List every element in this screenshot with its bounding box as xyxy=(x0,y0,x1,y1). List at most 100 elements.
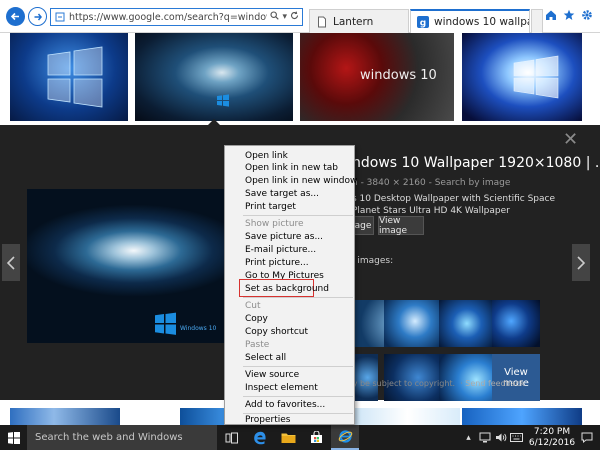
menu-item-save-target[interactable]: Save target as... xyxy=(245,189,319,200)
menu-item-print-picture[interactable]: Print picture... xyxy=(245,258,309,269)
thumbnail-partial[interactable] xyxy=(180,408,225,425)
search-placeholder: Search the web and Windows xyxy=(35,432,183,443)
related-image[interactable] xyxy=(492,300,540,347)
menu-item-select-all[interactable]: Select all xyxy=(245,353,286,364)
clock-date: 6/12/2016 xyxy=(528,438,576,448)
related-image[interactable] xyxy=(352,354,378,401)
menu-item-open-link[interactable]: Open link xyxy=(245,151,288,162)
menu-item-open-link-new-window[interactable]: Open link in new window xyxy=(245,176,357,187)
windows-logo-icon xyxy=(47,46,103,108)
notifications-icon[interactable] xyxy=(580,431,593,444)
menu-item-properties[interactable]: Properties xyxy=(245,415,290,426)
system-clock[interactable]: 7:20 PM 6/12/2016 xyxy=(528,427,576,449)
arrow-right-icon xyxy=(34,13,42,20)
preview-image[interactable]: Windows 10 xyxy=(27,189,232,343)
dropdown-icon[interactable]: ▾ xyxy=(282,12,287,22)
menu-item-save-picture[interactable]: Save picture as... xyxy=(245,232,323,243)
gear-icon[interactable] xyxy=(580,8,594,22)
related-images-label: l images: xyxy=(352,256,394,266)
tab-wallpaper-search[interactable]: g windows 10 wallpaper hd ... ✕ xyxy=(410,9,530,33)
abstract-art-icon: windows 10 xyxy=(360,68,437,83)
svg-text:g: g xyxy=(420,19,426,29)
keyboard-icon[interactable] xyxy=(510,431,523,444)
menu-separator xyxy=(243,297,353,298)
taskbar-store[interactable] xyxy=(302,425,330,450)
thumbnail-partial[interactable] xyxy=(462,408,582,425)
view-image-button[interactable]: View image xyxy=(378,216,424,236)
search-icon[interactable] xyxy=(270,11,280,23)
menu-item-paste: Paste xyxy=(245,340,270,350)
menu-item-inspect-element[interactable]: Inspect element xyxy=(245,383,318,394)
windows-logo-icon xyxy=(513,55,559,99)
chevron-left-icon xyxy=(7,255,15,270)
image-description: s 10 Desktop Wallpaper with Scientific S… xyxy=(352,194,556,216)
menu-separator xyxy=(243,215,353,216)
menu-item-open-link-new-tab[interactable]: Open link in new tab xyxy=(245,163,338,174)
menu-item-copy-shortcut[interactable]: Copy shortcut xyxy=(245,327,308,338)
address-bar[interactable]: https://www.google.com/search?q=windows+… xyxy=(50,8,303,26)
menu-item-print-target[interactable]: Print target xyxy=(245,202,296,213)
close-icon[interactable]: ✕ xyxy=(563,129,578,150)
taskbar-internet-explorer[interactable] xyxy=(331,425,359,450)
menu-separator xyxy=(243,396,353,397)
thumbnail-galaxy[interactable] xyxy=(135,33,293,121)
clock-time: 7:20 PM xyxy=(533,427,571,437)
address-url: https://www.google.com/search?q=windows+… xyxy=(69,11,267,23)
thumbnail-red-abstract[interactable]: windows 10 xyxy=(300,33,454,121)
show-hidden-icons[interactable]: ▴ xyxy=(462,431,475,444)
next-arrow-button[interactable] xyxy=(572,244,590,281)
taskbar-search-box[interactable]: Search the web and Windows xyxy=(27,425,217,450)
related-image[interactable] xyxy=(384,354,446,401)
chevron-right-icon xyxy=(577,255,585,270)
forward-button[interactable] xyxy=(28,7,47,26)
taskbar-edge[interactable] xyxy=(246,425,274,450)
menu-item-show-picture: Show picture xyxy=(245,219,304,229)
view-more-tile[interactable]: View more xyxy=(492,354,540,401)
windows-logo-icon xyxy=(217,94,229,107)
menu-item-view-source[interactable]: View source xyxy=(245,370,299,381)
arrow-left-icon xyxy=(10,12,19,21)
menu-item-email-picture[interactable]: E-mail picture... xyxy=(245,245,316,256)
menu-item-cut: Cut xyxy=(245,301,261,311)
tab-lantern[interactable]: Lantern xyxy=(309,9,409,33)
menu-item-copy[interactable]: Copy xyxy=(245,314,268,325)
image-title[interactable]: ndows 10 Wallpaper 1920×1080 | ... xyxy=(352,155,600,171)
favorites-star-icon[interactable] xyxy=(562,8,576,22)
taskbar-file-explorer[interactable] xyxy=(274,425,302,450)
task-view-button[interactable] xyxy=(218,425,246,450)
tab-label: windows 10 wallpaper hd ... xyxy=(434,16,529,28)
new-tab-button[interactable] xyxy=(531,9,543,33)
image-metadata: n - 3840 × 2160 - Search by image xyxy=(352,178,511,188)
thumbnail-partial[interactable] xyxy=(10,408,120,425)
visit-page-button[interactable]: age xyxy=(352,216,374,235)
copyright-notice: may be subject to copyright. · Send feed… xyxy=(340,379,525,388)
start-button[interactable] xyxy=(0,425,27,450)
page-icon xyxy=(53,10,67,24)
browser-toolbar: https://www.google.com/search?q=windows+… xyxy=(0,0,600,33)
thumbnail-partial[interactable] xyxy=(355,408,460,425)
thumbnail-windows-blue[interactable] xyxy=(10,33,128,121)
internet-explorer-icon xyxy=(338,430,352,443)
send-feedback-link[interactable]: Send feedback xyxy=(465,379,524,388)
preview-logo-text: Windows 10 xyxy=(180,325,217,332)
menu-item-set-as-background[interactable]: Set as background xyxy=(245,284,329,295)
store-icon xyxy=(310,431,322,443)
thumbnail-caption: windows 10 xyxy=(360,68,437,83)
home-icon[interactable] xyxy=(544,8,558,22)
network-icon[interactable] xyxy=(478,431,491,444)
copyright-text: may be subject to copyright. xyxy=(340,379,456,388)
task-view-icon xyxy=(225,432,238,443)
menu-separator xyxy=(243,366,353,367)
taskbar: Search the web and Windows ▴ 7:20 PM 6/1… xyxy=(0,425,600,450)
refresh-icon[interactable] xyxy=(290,11,299,23)
tab-label: Lantern xyxy=(333,15,374,28)
thumbnail-windows-light[interactable] xyxy=(462,33,582,121)
menu-item-add-to-favorites[interactable]: Add to favorites... xyxy=(245,400,325,411)
back-button[interactable] xyxy=(6,7,25,26)
related-image[interactable] xyxy=(384,300,446,347)
folder-icon xyxy=(281,433,295,443)
volume-icon[interactable] xyxy=(494,431,507,444)
windows-start-icon xyxy=(7,431,20,444)
document-icon xyxy=(316,16,328,28)
previous-arrow-button[interactable] xyxy=(2,244,20,281)
